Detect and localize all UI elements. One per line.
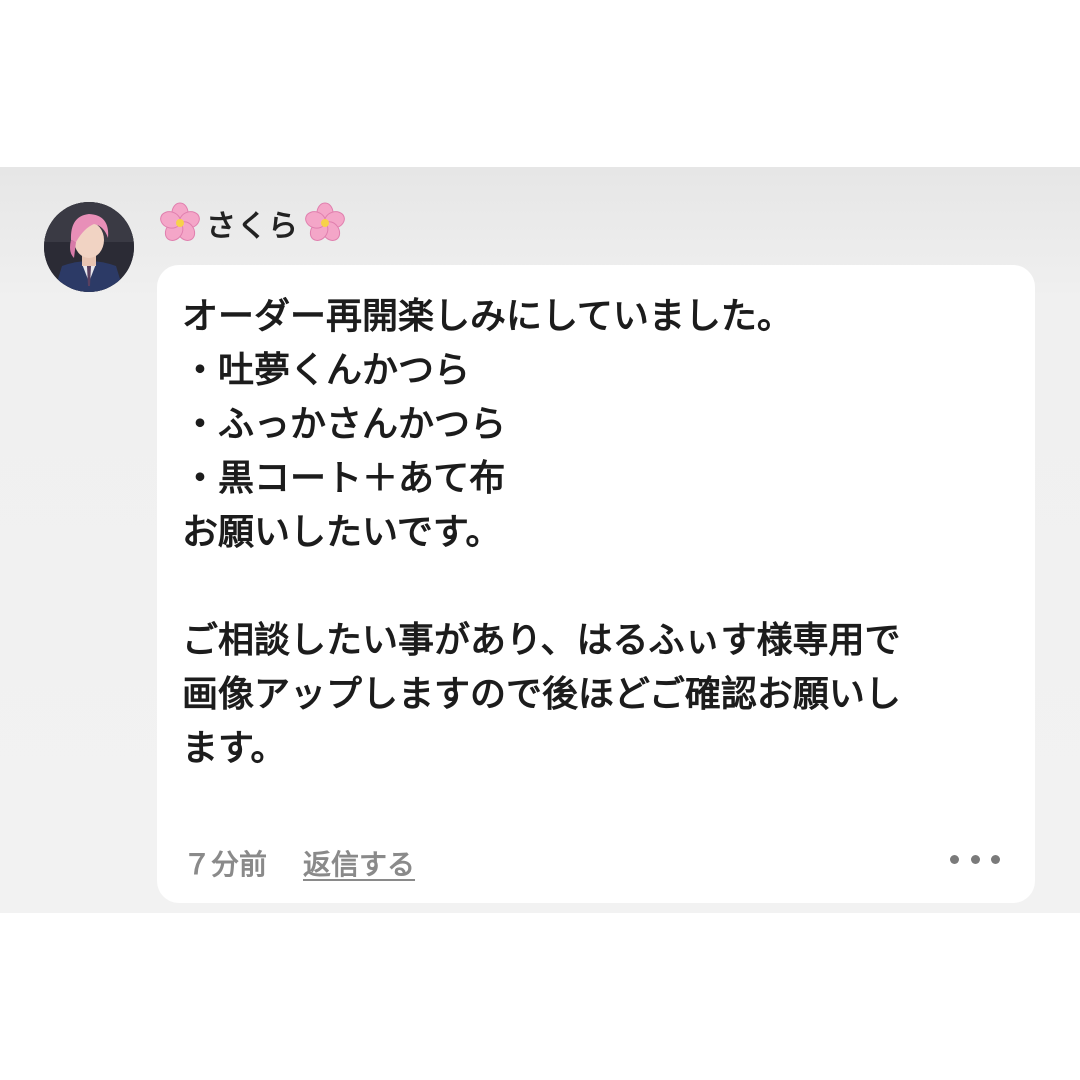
- comment-header: さくら: [158, 201, 347, 245]
- reply-button[interactable]: 返信する: [303, 843, 415, 883]
- cherry-blossom-icon: [158, 201, 202, 245]
- more-horizontal-icon: [950, 854, 959, 864]
- avatar-image: [44, 202, 134, 292]
- comment-timestamp: ７分前: [183, 848, 268, 881]
- username[interactable]: さくら: [206, 201, 299, 245]
- comment-message: オーダー再開楽しみにしていました。 ・吐夢くんかつら ・ふっかさんかつら ・黒コ…: [182, 296, 901, 769]
- more-horizontal-icon: [991, 854, 1000, 864]
- cherry-blossom-icon: [303, 201, 347, 245]
- more-horizontal-icon: [970, 854, 980, 864]
- user-avatar[interactable]: [44, 202, 134, 292]
- more-options-button[interactable]: [950, 846, 1000, 872]
